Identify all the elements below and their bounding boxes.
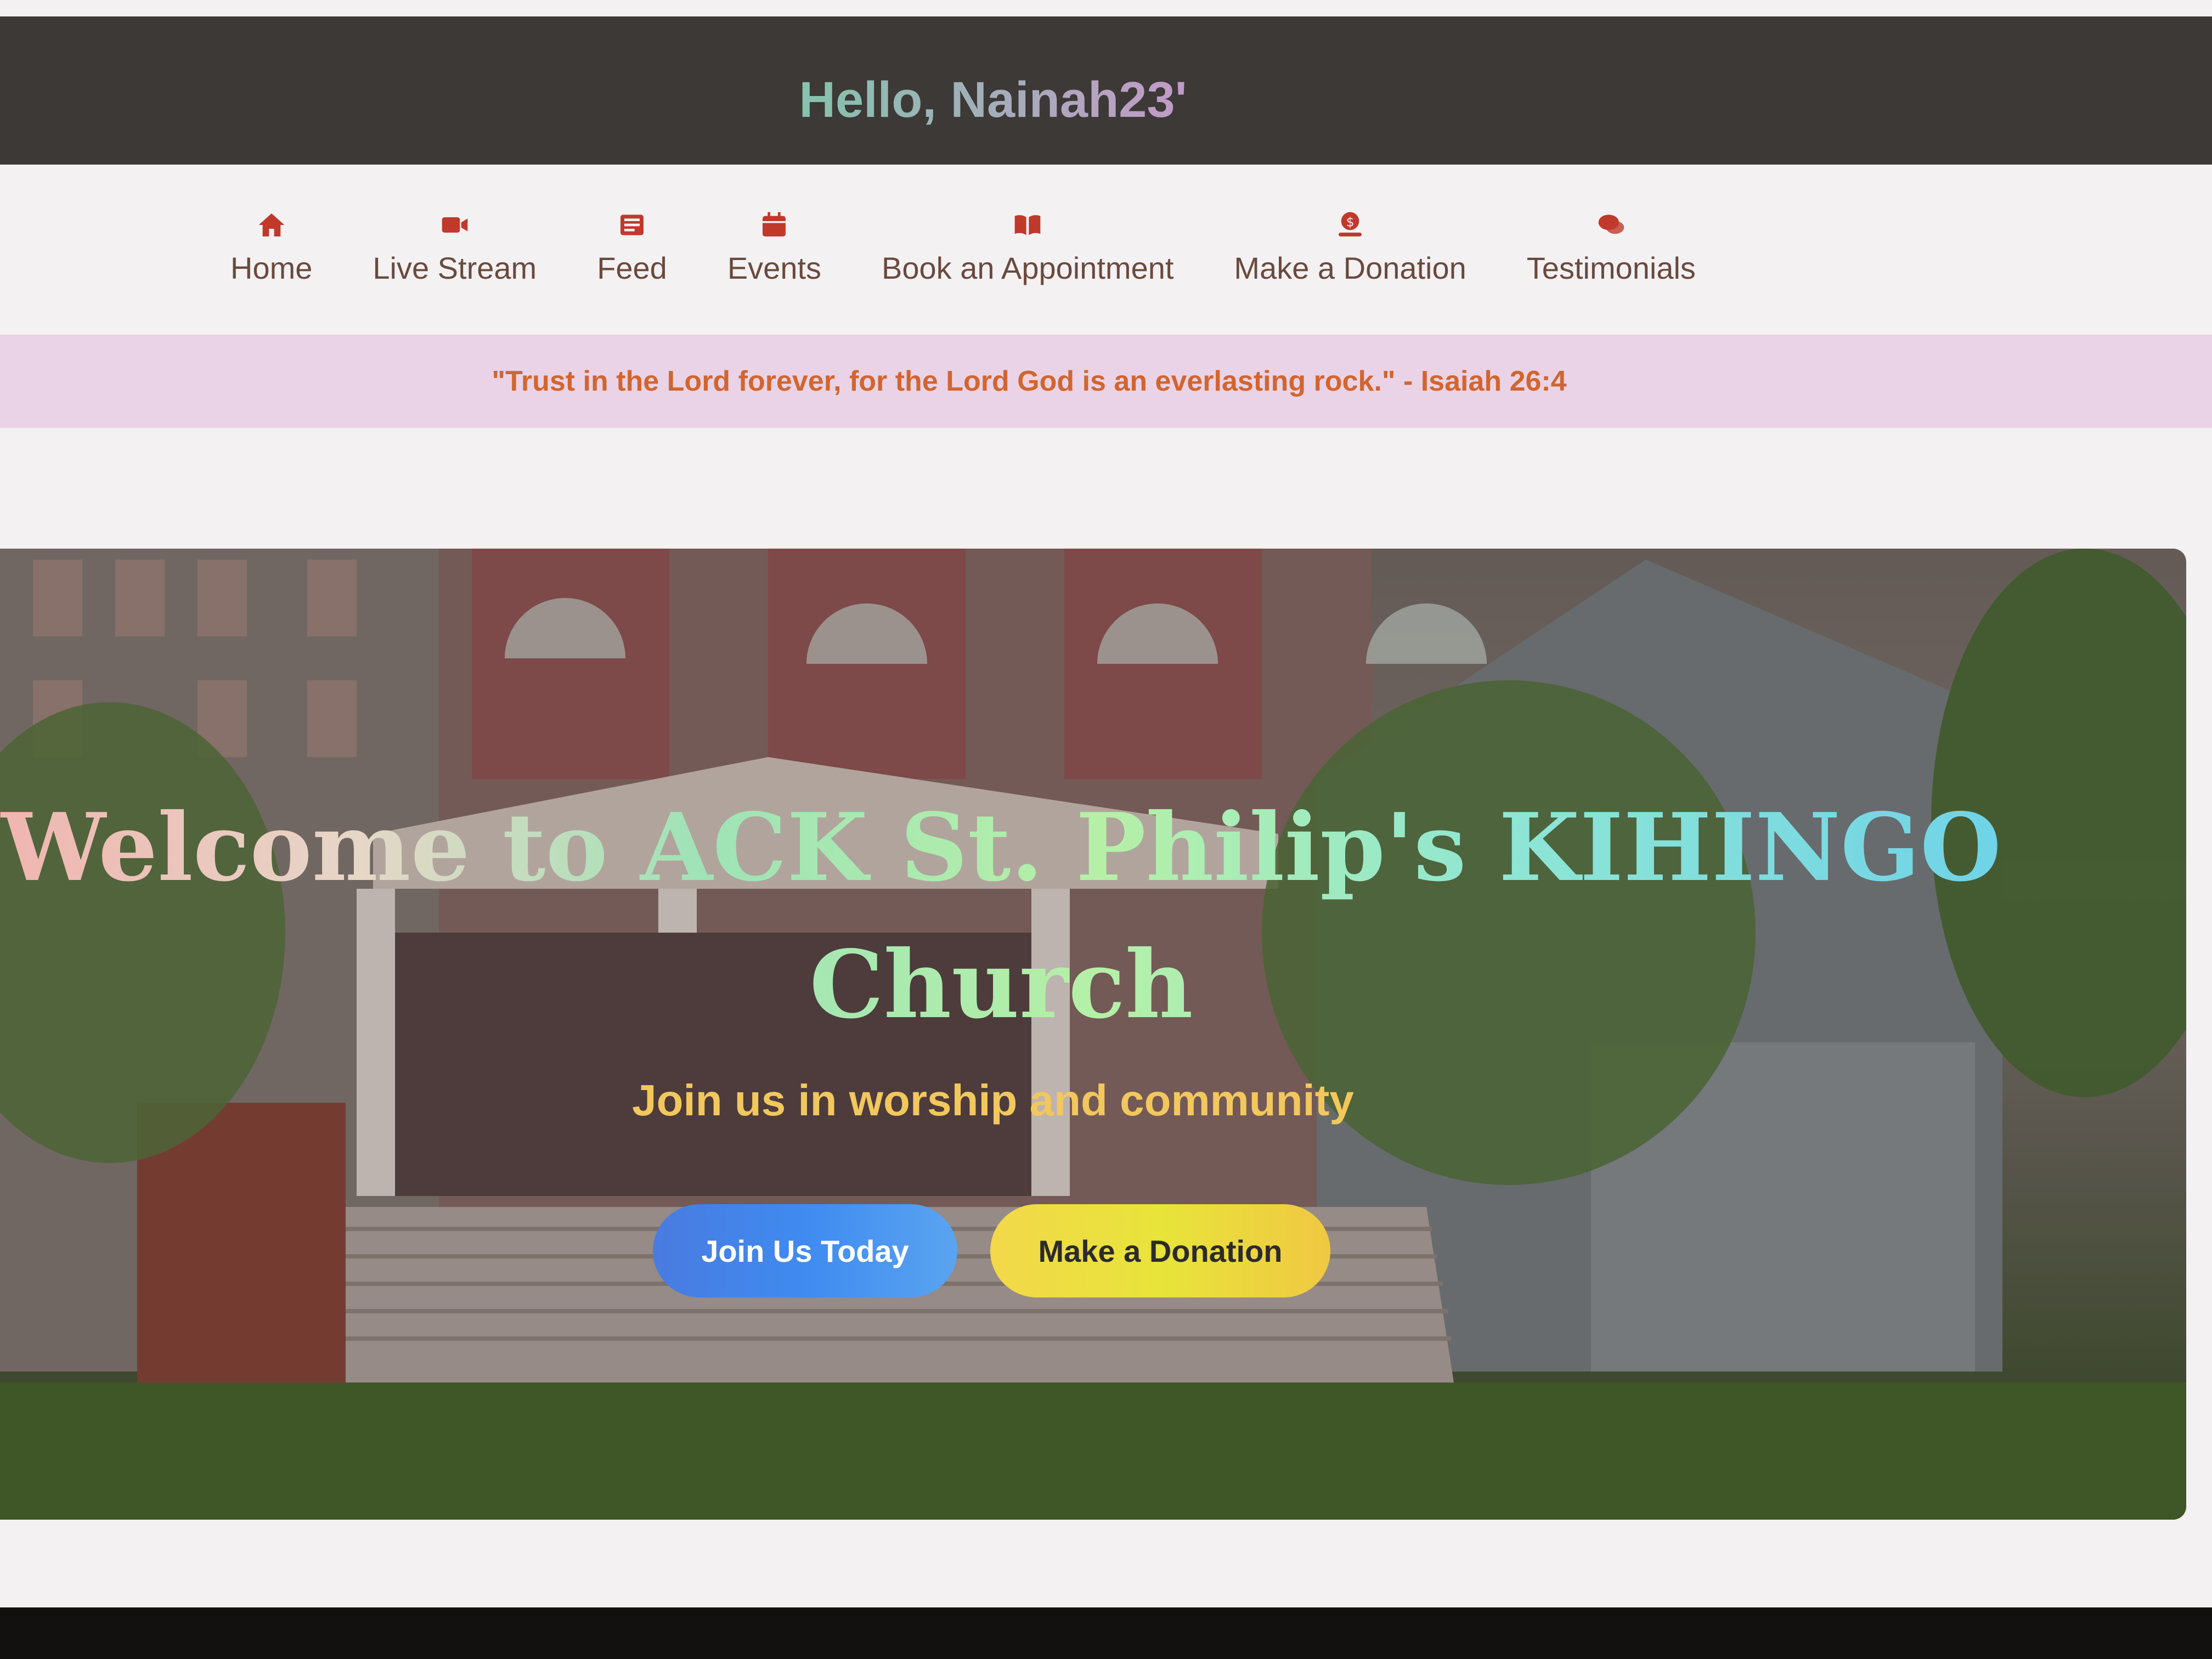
nav-item-home[interactable]: Home — [230, 208, 312, 307]
nav-label: Testimonials — [1526, 251, 1696, 285]
hero-title-line2: Church — [809, 930, 1193, 1040]
nav-label: Home — [230, 251, 313, 285]
user-greeting: Hello, Nainah23' — [0, 71, 1986, 129]
nav-label: Make a Donation — [1234, 251, 1466, 285]
nav-item-feed[interactable]: Feed — [597, 208, 667, 307]
nav-label: Events — [727, 251, 822, 285]
make-donation-button[interactable]: Make a Donation — [990, 1204, 1330, 1297]
home-icon — [255, 208, 288, 241]
join-us-button[interactable]: Join Us Today — [653, 1204, 957, 1297]
nav-item-live-stream[interactable]: Live Stream — [373, 208, 537, 307]
calendar-icon — [758, 208, 791, 241]
nav-item-make-donation[interactable]: $ Make a Donation — [1234, 208, 1466, 307]
verse-banner: "Trust in the Lord forever, for the Lord… — [0, 335, 2212, 428]
hero-section: Welcome to ACK St. Philip's KIHINGO Chur… — [0, 549, 2186, 1520]
hero-subtitle: Join us in worship and community — [632, 1076, 1354, 1125]
svg-text:$: $ — [1346, 214, 1355, 229]
nav-item-testimonials[interactable]: Testimonials — [1527, 208, 1696, 307]
book-icon — [1011, 208, 1044, 241]
nav-label: Book an Appointment — [882, 251, 1174, 285]
hero-title: Welcome to ACK St. Philip's KIHINGO Chur… — [0, 779, 2002, 1053]
bible-verse: "Trust in the Lord forever, for the Lord… — [492, 365, 1567, 397]
main-nav: Home Live Stream Feed Events Book an App… — [230, 208, 1931, 307]
nav-item-book-appointment[interactable]: Book an Appointment — [882, 208, 1173, 307]
nav-label: Feed — [597, 251, 667, 285]
comments-icon — [1595, 208, 1628, 241]
nav-label: Live Stream — [373, 251, 537, 285]
donation-icon: $ — [1334, 208, 1367, 241]
browser-page: Hello, Nainah23' Home Live Stream Feed E… — [0, 0, 2212, 1607]
monitor-bezel — [0, 1607, 2212, 1659]
video-camera-icon — [438, 208, 471, 241]
nav-item-events[interactable]: Events — [727, 208, 821, 307]
hero-title-line1: Welcome to ACK St. Philip's KIHINGO — [1, 793, 2001, 902]
newspaper-icon — [616, 208, 648, 241]
top-bar: Hello, Nainah23' — [0, 16, 2212, 165]
